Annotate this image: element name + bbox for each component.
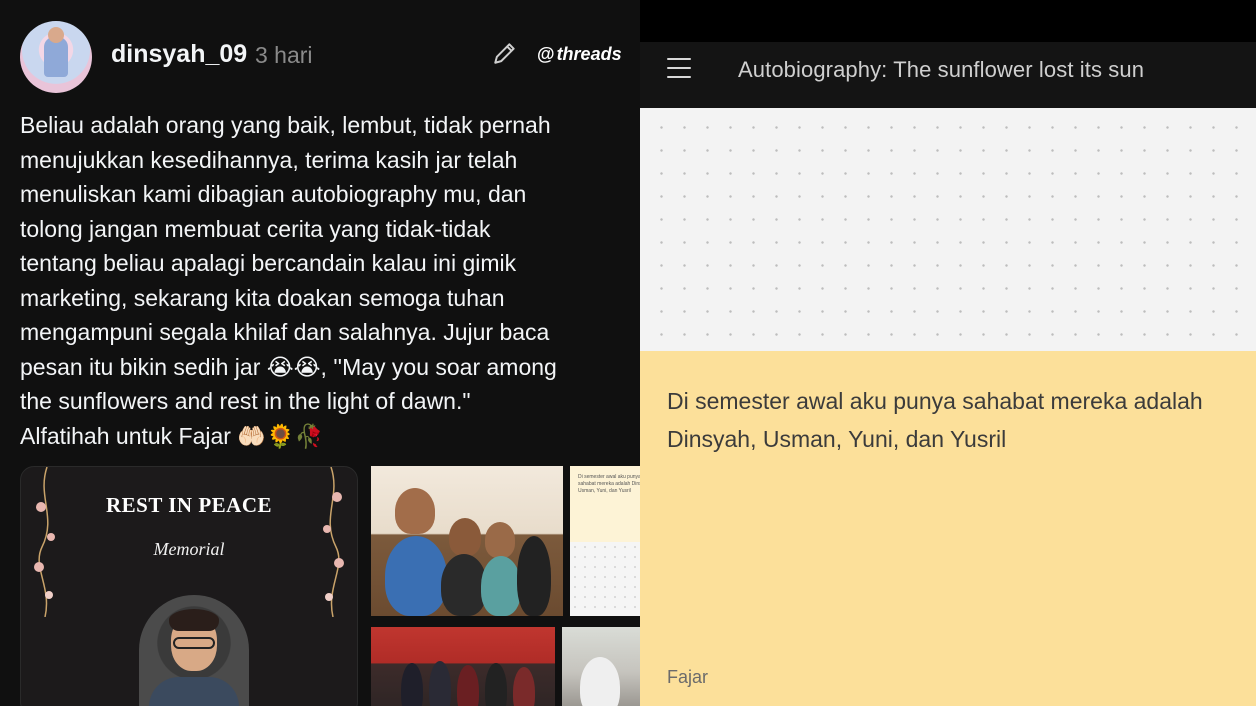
note-text: Di semester awal aku punya sahabat merek… <box>667 388 1203 452</box>
portrait-hair <box>169 609 219 631</box>
photo-person <box>485 522 515 558</box>
photo-person <box>513 667 535 706</box>
memorial-title: REST IN PEACE <box>106 493 272 517</box>
status-bar-area <box>640 0 1256 42</box>
edit-icon[interactable] <box>492 40 518 66</box>
avatar-figure <box>44 37 68 77</box>
note-author: Fajar <box>667 667 709 687</box>
autobiography-app: Autobiography: The sunflower lost its su… <box>640 0 1256 706</box>
photo-person <box>580 657 620 706</box>
post-text: Beliau adalah orang yang baik, lembut, t… <box>20 112 557 449</box>
avatar-head <box>48 27 64 43</box>
photo-person <box>449 518 481 556</box>
photo-person <box>395 488 435 534</box>
post-time: 3 hari <box>255 42 313 68</box>
photo-person <box>401 663 423 706</box>
thumbnail-dot-grid <box>570 542 640 616</box>
threads-logo[interactable]: @ threads <box>537 44 622 65</box>
memorial-image[interactable]: REST IN PEACE Memorial <box>20 466 358 706</box>
portrait-shirt <box>149 677 239 706</box>
photo-person <box>457 665 479 706</box>
threads-wordmark: threads <box>556 44 622 64</box>
photo-person <box>385 536 447 616</box>
photo-person <box>481 556 521 616</box>
avatar[interactable] <box>20 21 92 93</box>
hamburger-menu-icon[interactable] <box>667 58 691 78</box>
photo-person <box>517 536 551 616</box>
app-title: Autobiography: The sunflower lost its su… <box>738 57 1145 82</box>
memorial-portrait <box>139 595 249 706</box>
thumbnail-note-text: Di semester awal aku punya sahabat merek… <box>578 474 640 494</box>
portrait-glasses <box>173 637 215 649</box>
photo-person <box>429 661 451 706</box>
photo-person <box>485 663 507 706</box>
threads-glyph-icon: @ <box>537 44 555 64</box>
group-photo-2[interactable] <box>371 627 555 706</box>
group-photo-3[interactable] <box>562 627 640 706</box>
note-thumbnail[interactable]: Di semester awal aku punya sahabat merek… <box>570 466 640 616</box>
group-photo-1[interactable] <box>371 466 563 616</box>
threads-post: dinsyah_09 3 hari @ threads Beliau adala… <box>0 0 640 706</box>
dotted-canvas <box>640 108 1256 351</box>
username[interactable]: dinsyah_09 <box>111 40 247 69</box>
memorial-subtitle: Memorial <box>153 539 225 559</box>
